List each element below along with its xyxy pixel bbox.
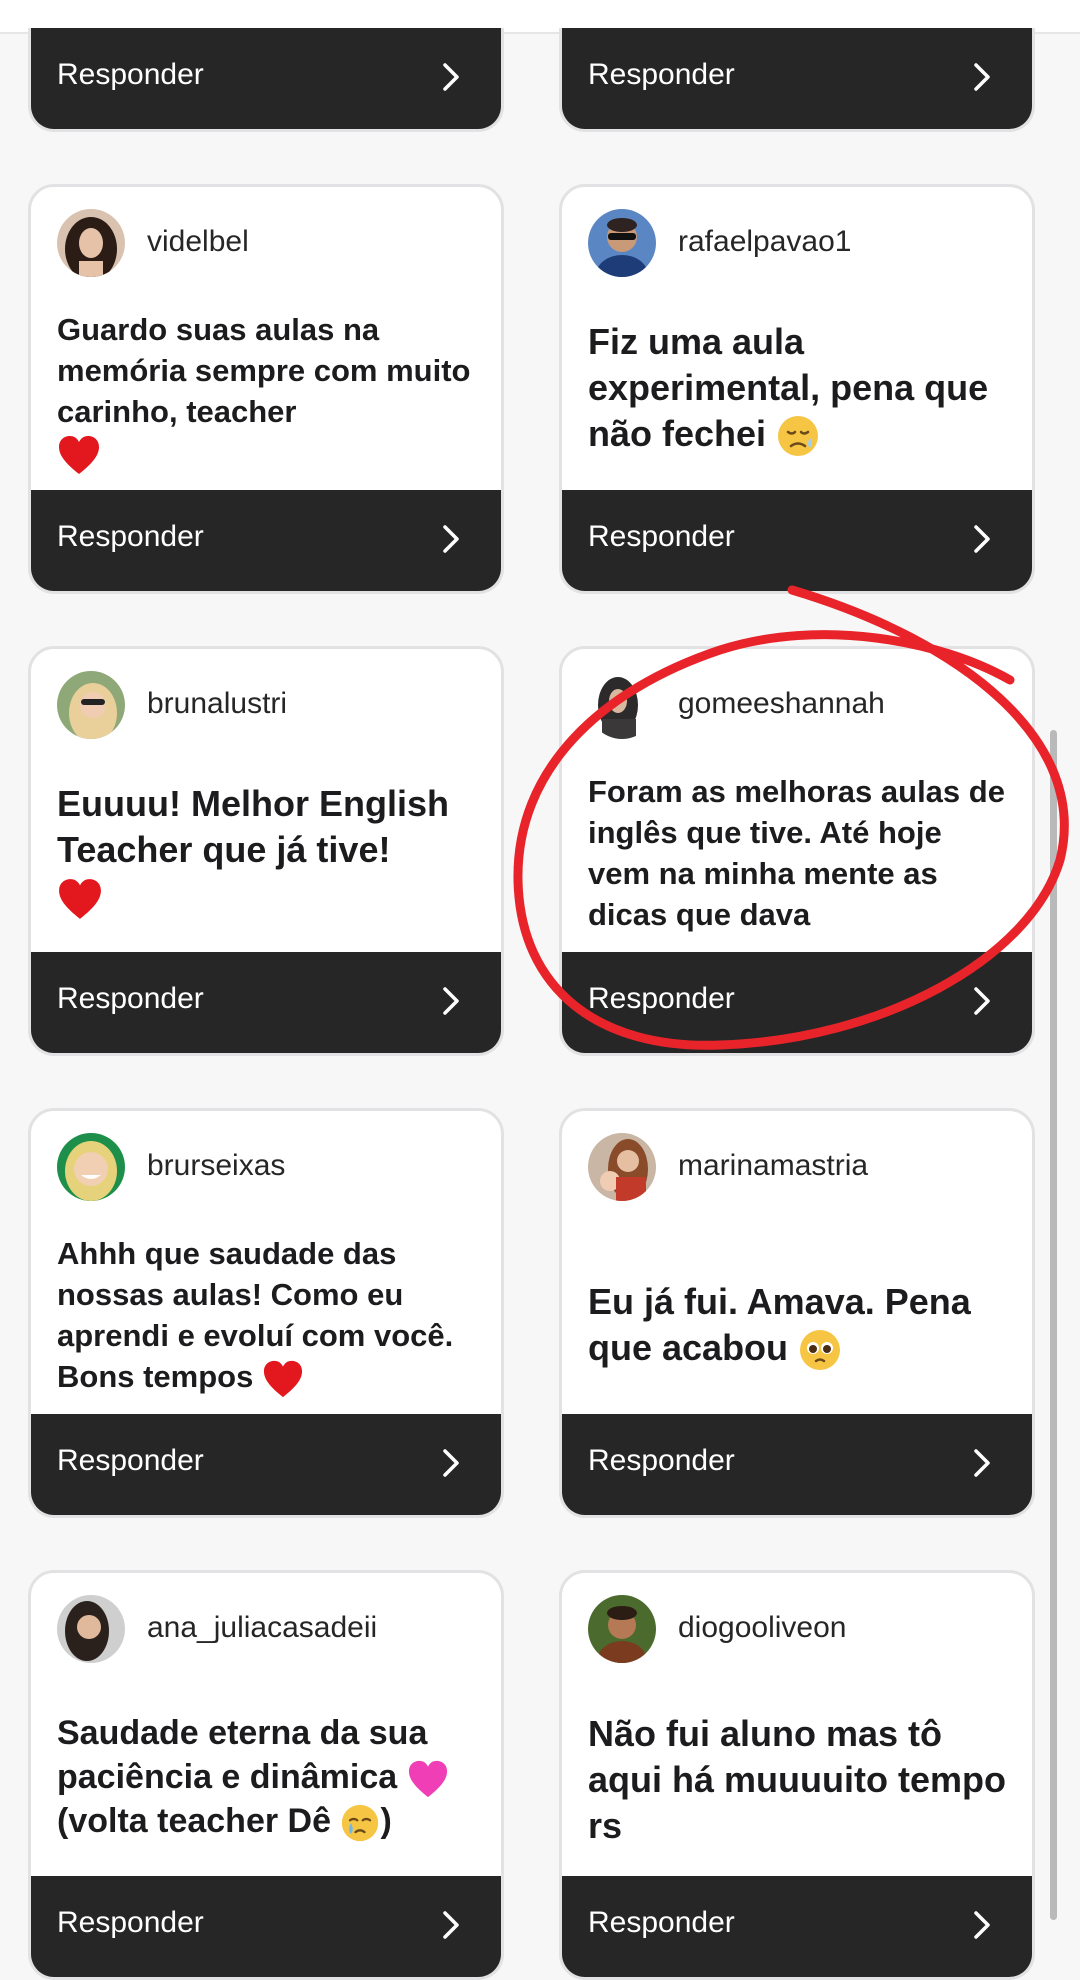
heart-icon — [59, 436, 99, 474]
heart-icon — [59, 879, 101, 919]
avatar[interactable] — [588, 1133, 656, 1201]
avatar[interactable] — [57, 1133, 125, 1201]
card-header: brunalustri — [31, 649, 501, 777]
sad-sweat-face-icon — [778, 416, 819, 457]
comment-text: Fiz uma aula experimental, pena que não … — [588, 319, 1012, 458]
username[interactable]: rafaelpavao1 — [678, 225, 851, 259]
responder-button[interactable]: Responder — [31, 1414, 501, 1515]
card-header: videlbel — [31, 187, 501, 315]
chevron-right-icon — [974, 525, 990, 553]
username[interactable]: ana_juliacasadeii — [147, 1611, 377, 1645]
responder-button[interactable]: Responder — [31, 490, 501, 591]
comment-card: gomeeshannah Foram as melhoras aulas de … — [559, 646, 1035, 1056]
heart-icon — [263, 1360, 303, 1397]
chevron-right-icon — [974, 63, 990, 91]
card-header: ana_juliacasadeii — [31, 1573, 501, 1701]
responder-button[interactable]: Responder — [562, 28, 1032, 129]
responder-button[interactable]: Responder — [31, 28, 501, 129]
avatar[interactable] — [588, 1595, 656, 1663]
chevron-right-icon — [443, 525, 459, 553]
responder-button[interactable]: Responder — [562, 1414, 1032, 1515]
responder-label: Responder — [588, 520, 735, 553]
responder-label: Responder — [57, 58, 204, 91]
comment-card: brurseixas Ahhh que saudade das nossas a… — [28, 1108, 504, 1518]
comment-text: Guardo suas aulas na memória sempre com … — [57, 309, 481, 476]
chevron-right-icon — [443, 1911, 459, 1939]
comment-text: Não fui aluno mas tô aqui há muuuuito te… — [588, 1713, 1006, 1846]
comment-card: Responder — [28, 28, 504, 132]
responder-button[interactable]: Responder — [562, 952, 1032, 1053]
chevron-right-icon — [974, 1911, 990, 1939]
responder-button[interactable]: Responder — [562, 490, 1032, 591]
responder-label: Responder — [588, 1444, 735, 1477]
comment-text: Eu já fui. Amava. Pena que acabou — [588, 1279, 1012, 1372]
username[interactable]: videlbel — [147, 225, 249, 259]
responder-button[interactable]: Responder — [31, 952, 501, 1053]
scrollbar[interactable] — [1050, 730, 1057, 1920]
comment-card: rafaelpavao1 Fiz uma aula experimental, … — [559, 184, 1035, 594]
responder-label: Responder — [57, 982, 204, 1015]
chevron-right-icon — [974, 987, 990, 1015]
username[interactable]: gomeeshannah — [678, 687, 885, 721]
chevron-right-icon — [443, 63, 459, 91]
username[interactable]: brunalustri — [147, 687, 287, 721]
responder-label: Responder — [57, 520, 204, 553]
avatar[interactable] — [588, 671, 656, 739]
username[interactable]: brurseixas — [147, 1149, 285, 1183]
comment-card: ana_juliacasadeii Saudade eterna da sua … — [28, 1570, 504, 1980]
responder-label: Responder — [588, 58, 735, 91]
card-header: brurseixas — [31, 1111, 501, 1239]
card-header: diogooliveon — [562, 1573, 1032, 1701]
crying-face-icon — [342, 1804, 379, 1842]
avatar[interactable] — [57, 671, 125, 739]
username[interactable]: diogooliveon — [678, 1611, 846, 1645]
card-header: rafaelpavao1 — [562, 187, 1032, 315]
avatar[interactable] — [588, 209, 656, 277]
comment-card: videlbel Guardo suas aulas na memória se… — [28, 184, 504, 594]
card-header: marinamastria — [562, 1111, 1032, 1239]
comment-card: brunalustri Euuuu! Melhor English Teache… — [28, 646, 504, 1056]
responder-label: Responder — [588, 982, 735, 1015]
chevron-right-icon — [443, 987, 459, 1015]
pleading-face-icon — [800, 1330, 841, 1371]
comment-text: Ahhh que saudade das nossas aulas! Como … — [57, 1233, 481, 1399]
responder-label: Responder — [57, 1906, 204, 1939]
chevron-right-icon — [974, 1449, 990, 1477]
chevron-right-icon — [443, 1449, 459, 1477]
comment-text: Euuuu! Melhor English Teacher que já tiv… — [57, 781, 481, 921]
username[interactable]: marinamastria — [678, 1149, 868, 1183]
avatar[interactable] — [57, 209, 125, 277]
responder-button[interactable]: Responder — [31, 1876, 501, 1977]
comment-card: marinamastria Eu já fui. Amava. Pena que… — [559, 1108, 1035, 1518]
responder-button[interactable]: Responder — [562, 1876, 1032, 1977]
comment-card: diogooliveon Não fui aluno mas tô aqui h… — [559, 1570, 1035, 1980]
avatar[interactable] — [57, 1595, 125, 1663]
comment-text: Foram as melhoras aulas de inglês que ti… — [588, 774, 1005, 932]
card-header: gomeeshannah — [562, 649, 1032, 777]
responder-label: Responder — [588, 1906, 735, 1939]
pink-heart-icon — [408, 1760, 447, 1798]
responder-label: Responder — [57, 1444, 204, 1477]
comment-text: Saudade eterna da sua paciência e dinâmi… — [57, 1711, 481, 1843]
comment-card: Responder — [559, 28, 1035, 132]
